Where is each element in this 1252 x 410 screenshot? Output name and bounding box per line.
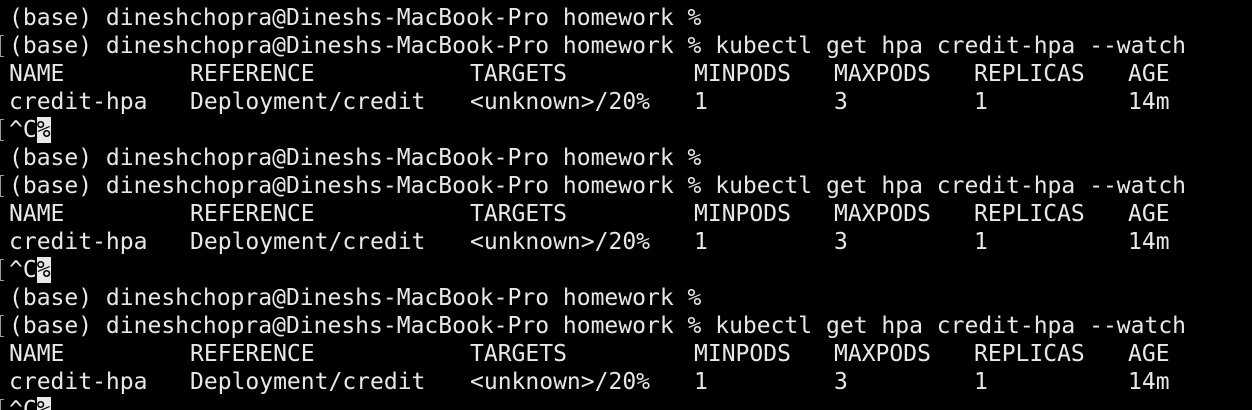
- table-cell: 3: [834, 89, 848, 115]
- table-row: credit-hpa Deployment/credit <unknown>/20%…: [0, 368, 1252, 396]
- table-cell: 1: [694, 89, 708, 115]
- table-cell: 3: [834, 229, 848, 255]
- table-cell: <unknown>/20%: [470, 89, 651, 115]
- command-text: kubectl get hpa credit-hpa --watch: [715, 313, 1187, 339]
- command-text: kubectl get hpa credit-hpa --watch: [715, 33, 1187, 59]
- line-marker: [0, 175, 4, 197]
- table-header-cell: REFERENCE: [190, 341, 315, 367]
- table-cell: Deployment/credit: [190, 369, 426, 395]
- table-header-cell: MAXPODS: [834, 341, 931, 367]
- prompt-text: (base) dineshchopra@Dineshs-MacBook-Pro …: [9, 145, 702, 171]
- table-header-row: NAME REFERENCE TARGETS MINPODS MAXPODS REPLIC…: [0, 60, 1252, 88]
- table-cell: Deployment/credit: [190, 89, 426, 115]
- table-row: credit-hpa Deployment/credit <unknown>/20%…: [0, 228, 1252, 256]
- interrupt-text: ^C: [9, 257, 37, 283]
- table-cell: 1: [974, 369, 988, 395]
- table-row: credit-hpa Deployment/credit <unknown>/20%…: [0, 88, 1252, 116]
- interrupt-line: ^C%: [0, 116, 1252, 144]
- table-cell: credit-hpa: [9, 369, 148, 395]
- table-cell: credit-hpa: [9, 229, 148, 255]
- command-line: (base) dineshchopra@Dineshs-MacBook-Pro …: [0, 312, 1252, 340]
- prompt-text: (base) dineshchopra@Dineshs-MacBook-Pro …: [9, 285, 702, 311]
- interrupt-line: ^C%: [0, 396, 1252, 410]
- table-header-cell: MINPODS: [694, 61, 791, 87]
- interrupt-text: ^C: [9, 117, 37, 143]
- prompt-text: (base) dineshchopra@Dineshs-MacBook-Pro …: [9, 33, 702, 59]
- table-header-cell: MAXPODS: [834, 61, 931, 87]
- table-header-cell: AGE: [1128, 201, 1170, 227]
- table-cell: 1: [694, 369, 708, 395]
- table-header-cell: REPLICAS: [974, 201, 1085, 227]
- table-cell: 14m: [1128, 229, 1170, 255]
- table-header-cell: TARGETS: [470, 201, 567, 227]
- prompt-line: (base) dineshchopra@Dineshs-MacBook-Pro …: [0, 284, 1252, 312]
- table-header-cell: REPLICAS: [974, 341, 1085, 367]
- table-header-row: NAME REFERENCE TARGETS MINPODS MAXPODS REPLIC…: [0, 200, 1252, 228]
- interrupt-line: ^C%: [0, 256, 1252, 284]
- table-header-cell: NAME: [9, 341, 65, 367]
- cursor-block: %: [36, 257, 51, 283]
- prompt-text: (base) dineshchopra@Dineshs-MacBook-Pro …: [9, 5, 702, 31]
- table-header-cell: AGE: [1128, 61, 1170, 87]
- prompt-line: (base) dineshchopra@Dineshs-MacBook-Pro …: [0, 144, 1252, 172]
- prompt-text: (base) dineshchopra@Dineshs-MacBook-Pro …: [9, 173, 702, 199]
- table-cell: 14m: [1128, 89, 1170, 115]
- table-cell: Deployment/credit: [190, 229, 426, 255]
- table-header-cell: TARGETS: [470, 341, 567, 367]
- terminal-window[interactable]: (base) dineshchopra@Dineshs-MacBook-Pro …: [0, 0, 1252, 410]
- table-header-cell: REPLICAS: [974, 61, 1085, 87]
- table-cell: credit-hpa: [9, 89, 148, 115]
- line-marker: [0, 119, 4, 141]
- table-header-cell: REFERENCE: [190, 61, 315, 87]
- table-cell: <unknown>/20%: [470, 369, 651, 395]
- table-header-cell: TARGETS: [470, 61, 567, 87]
- line-marker: [0, 259, 4, 281]
- cursor-block: %: [36, 397, 51, 410]
- table-cell: <unknown>/20%: [470, 229, 651, 255]
- command-line: (base) dineshchopra@Dineshs-MacBook-Pro …: [0, 172, 1252, 200]
- prompt-line: (base) dineshchopra@Dineshs-MacBook-Pro …: [0, 4, 1252, 32]
- line-marker: [0, 399, 4, 410]
- table-cell: 1: [694, 229, 708, 255]
- command-text: kubectl get hpa credit-hpa --watch: [715, 173, 1187, 199]
- prompt-text: (base) dineshchopra@Dineshs-MacBook-Pro …: [9, 313, 702, 339]
- table-header-cell: MINPODS: [694, 201, 791, 227]
- cursor-block: %: [36, 117, 51, 143]
- table-cell: 1: [974, 229, 988, 255]
- table-header-cell: MINPODS: [694, 341, 791, 367]
- table-header-cell: NAME: [9, 61, 65, 87]
- line-marker: [0, 35, 4, 57]
- table-cell: 14m: [1128, 369, 1170, 395]
- table-cell: 3: [834, 369, 848, 395]
- table-header-cell: MAXPODS: [834, 201, 931, 227]
- table-header-cell: REFERENCE: [190, 201, 315, 227]
- table-header-row: NAME REFERENCE TARGETS MINPODS MAXPODS REPLIC…: [0, 340, 1252, 368]
- line-marker: [0, 315, 4, 337]
- table-header-cell: NAME: [9, 201, 65, 227]
- table-header-cell: AGE: [1128, 341, 1170, 367]
- table-cell: 1: [974, 89, 988, 115]
- interrupt-text: ^C: [9, 397, 37, 410]
- command-line: (base) dineshchopra@Dineshs-MacBook-Pro …: [0, 32, 1252, 60]
